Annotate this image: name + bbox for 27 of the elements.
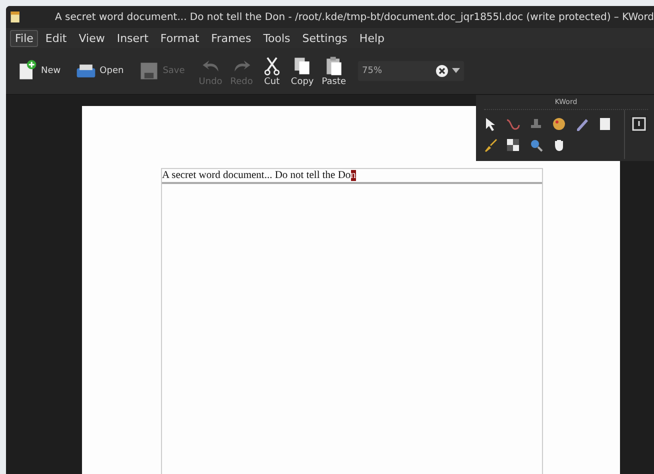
menu-item[interactable]: Settings [297, 30, 352, 46]
clear-icon[interactable] [436, 65, 448, 77]
checker-icon[interactable] [505, 137, 521, 153]
zoom-combo[interactable]: 75% [358, 61, 464, 81]
document-app-icon [10, 9, 21, 25]
menu-item[interactable]: Frames [206, 30, 256, 46]
toolbar-button[interactable]: Copy [286, 53, 318, 89]
menu-item[interactable]: File [10, 30, 38, 46]
menu-item[interactable]: Format [155, 30, 204, 46]
caret-icon[interactable] [452, 68, 460, 74]
document-text: A secret word document... Do not tell the Don [162, 169, 542, 184]
zoom-icon[interactable] [528, 137, 544, 153]
menu-item[interactable]: Insert [112, 30, 154, 46]
frame-icon[interactable] [631, 116, 647, 132]
menu-item[interactable]: View [74, 30, 110, 46]
pencil-icon[interactable] [574, 116, 590, 132]
toolbar-button[interactable]: Open [70, 58, 128, 84]
toolbar-button[interactable]: Cut [256, 53, 287, 89]
page-icon[interactable] [597, 116, 613, 132]
menu-item[interactable]: Tools [258, 30, 296, 46]
window-title: A secret word document... Do not tell the Don - /root/.kde/tmp-bt/document.doc_jqr1855l.doc (write protected) – KWord [54, 12, 654, 22]
toolbar-button[interactable]: Paste [318, 53, 350, 89]
toolbar-button[interactable]: New [12, 58, 65, 84]
menu-item[interactable]: Help [354, 30, 390, 46]
selected-text: n [350, 170, 356, 181]
menu-item[interactable]: Edit [40, 30, 72, 46]
brush-icon[interactable] [482, 137, 498, 153]
